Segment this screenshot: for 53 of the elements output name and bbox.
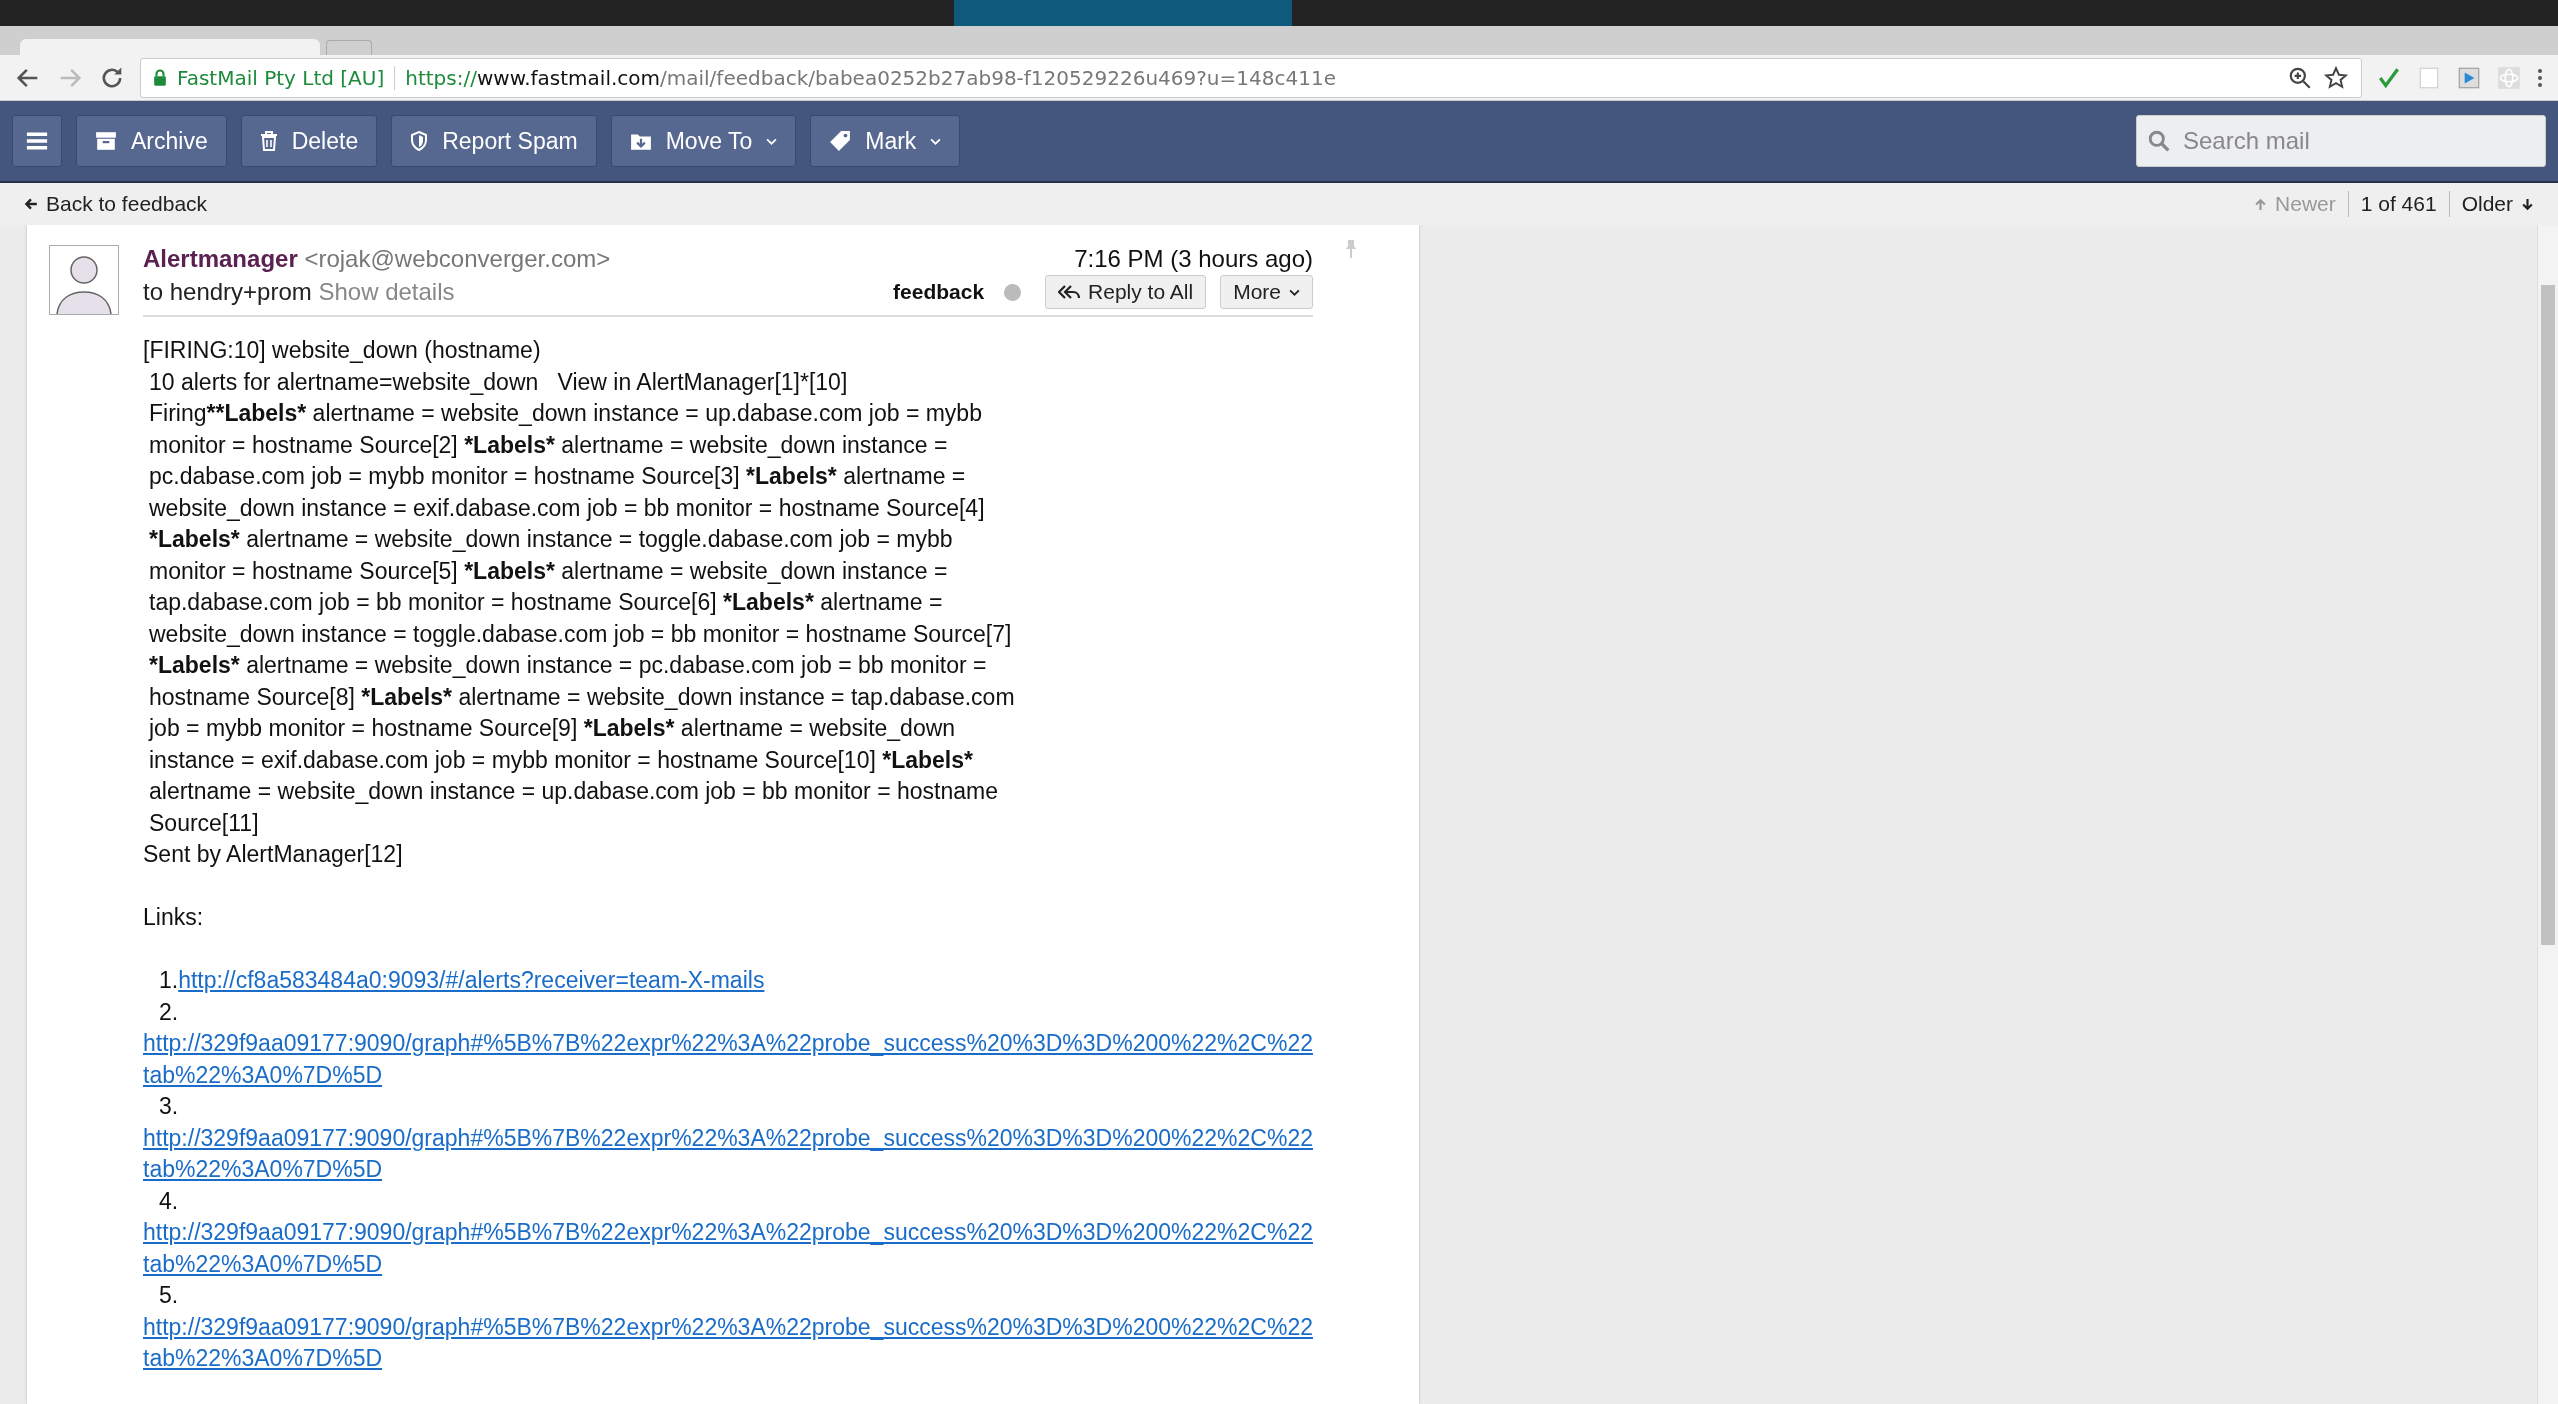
list-number: 4. [158,1187,179,1214]
search-field[interactable]: Search mail [2136,115,2546,167]
archive-box-icon [95,131,117,151]
lock-icon [153,69,167,86]
link[interactable]: http://cf8a583484a0:9093/#/alerts?receiver=team-X-mails [178,967,765,993]
link[interactable]: http://329f9aa09177:9090/graph#%5B%7B%22expr%22%3A%22probe_success%20%3D%3D%200%22%2C%22tab%22%3A0%7D%5D [143,1217,1313,1280]
shield-icon [410,130,429,152]
back-link[interactable]: Back to feedback [24,192,208,216]
menu-button[interactable] [12,115,62,167]
reply-all-icon [1058,285,1081,299]
subject-line: [FIRING:10] website_down (hostname) [143,336,542,365]
link[interactable]: http://329f9aa09177:9090/graph#%5B%7B%22expr%22%3A%22probe_success%20%3D%3D%200%22%2C%22tab%22%3A0%7D%5D [143,1311,1313,1375]
toolbar-button[interactable]: Archive [76,115,227,167]
sent-by-text: Sent by AlertManager[12] [143,840,404,869]
list-number: 3. [158,1093,179,1119]
status-dot[interactable] [1004,283,1022,301]
toolbar-button[interactable]: Delete [240,115,378,167]
secure-label: FastMail Pty Ltd [AU] [177,65,385,90]
trash-icon [259,130,278,152]
list-number: 1. [158,967,179,993]
alert-details: Firing**Labels* alertname = website_down instance = up.dabase.com job = mybb monitor = hostname Source[2] *Labels* alertname = website_down instance = pc.dabase.com job = mybb monitor = hostname Source[3] *Labels* alertname = website_down instance = exif.dabase.com job = bb monitor = hostname Source[4] *Labels* alertname = website_down instance = toggle.dabase.com job = mybb monitor = hostname Source[5] *Labels* alertname = website_down instance = tap.dabase.com job = bb monitor = hostname Source[6] *Labels* alertname = website_down instance = toggle.dabase.com job = bb monitor = hostname Source[7] *Labels* alertname = website_down instance = pc.dabase.com job = bb monitor = hostname Source[8] *Labels* alertname = website_down instance = tap.dabase.com job = mybb monitor = hostname Source[9] *Labels* alertname = website_down instance = exif.dabase.com job = mybb monitor = hostname Source[10] *Labels* alertname = website_down instance = up.dabase.com job = bb monitor = hostname Source[11] [147,399,1016,838]
search-icon [2148,130,2170,152]
toolbar-button[interactable]: Report Spam [391,115,597,167]
sender-email: <rojak@webconverger.com> [304,245,611,272]
address-bar[interactable]: FastMail Pty Ltd [AU] https://www.fastmail.com/mail/feedback/babea0252b27ab98-f120529226u469?u=148c411e [140,57,2362,98]
url-text: https://www.fastmail.com/mail/feedback/babea0252b27ab98-f120529226u469?u=148c411e [405,65,1337,90]
caret-icon [1289,288,1300,296]
toolbar-button[interactable]: Move To [610,115,797,167]
links-heading: Links: [143,903,205,932]
show-details-link[interactable]: Show details [318,278,455,305]
alert-summary: 10 alerts for alertname=website_down View in AlertManager[1]*[10] [148,367,849,397]
link[interactable]: http://329f9aa09177:9090/graph#%5B%7B%22expr%22%3A%22probe_success%20%3D%3D%200%22%2C%22tab%22%3A0%7D%5D [143,1028,1313,1091]
reply-all-button[interactable]: Reply to All [1045,275,1207,309]
list-number: 2. [158,998,179,1025]
up-arrow-icon [2254,197,2268,211]
older-link[interactable]: Older [2461,192,2534,216]
label-text: feedback [893,279,985,305]
scrollbar[interactable] [2537,225,2558,1404]
menu-icon [25,132,49,150]
folder-arrow-icon [629,131,652,151]
star-icon[interactable] [2323,64,2349,91]
recipient-text: to hendry+prom [143,278,312,305]
down-arrow-icon [2521,197,2534,211]
more-button[interactable]: More [1220,275,1313,309]
avatar-icon [49,245,119,315]
message-time: 7:16 PM (3 hours ago) [1074,244,1313,274]
message-position: 1 of 461 [2360,192,2437,216]
tag-icon [829,130,852,152]
toolbar-button[interactable]: Mark [810,115,961,167]
sender-name[interactable]: Alertmanager [143,245,298,272]
list-number: 5. [158,1282,179,1308]
link[interactable]: http://329f9aa09177:9090/graph#%5B%7B%22expr%22%3A%22probe_success%20%3D%3D%200%22%2C%22tab%22%3A0%7D%5D [143,1122,1313,1186]
left-arrow-icon [24,197,38,211]
